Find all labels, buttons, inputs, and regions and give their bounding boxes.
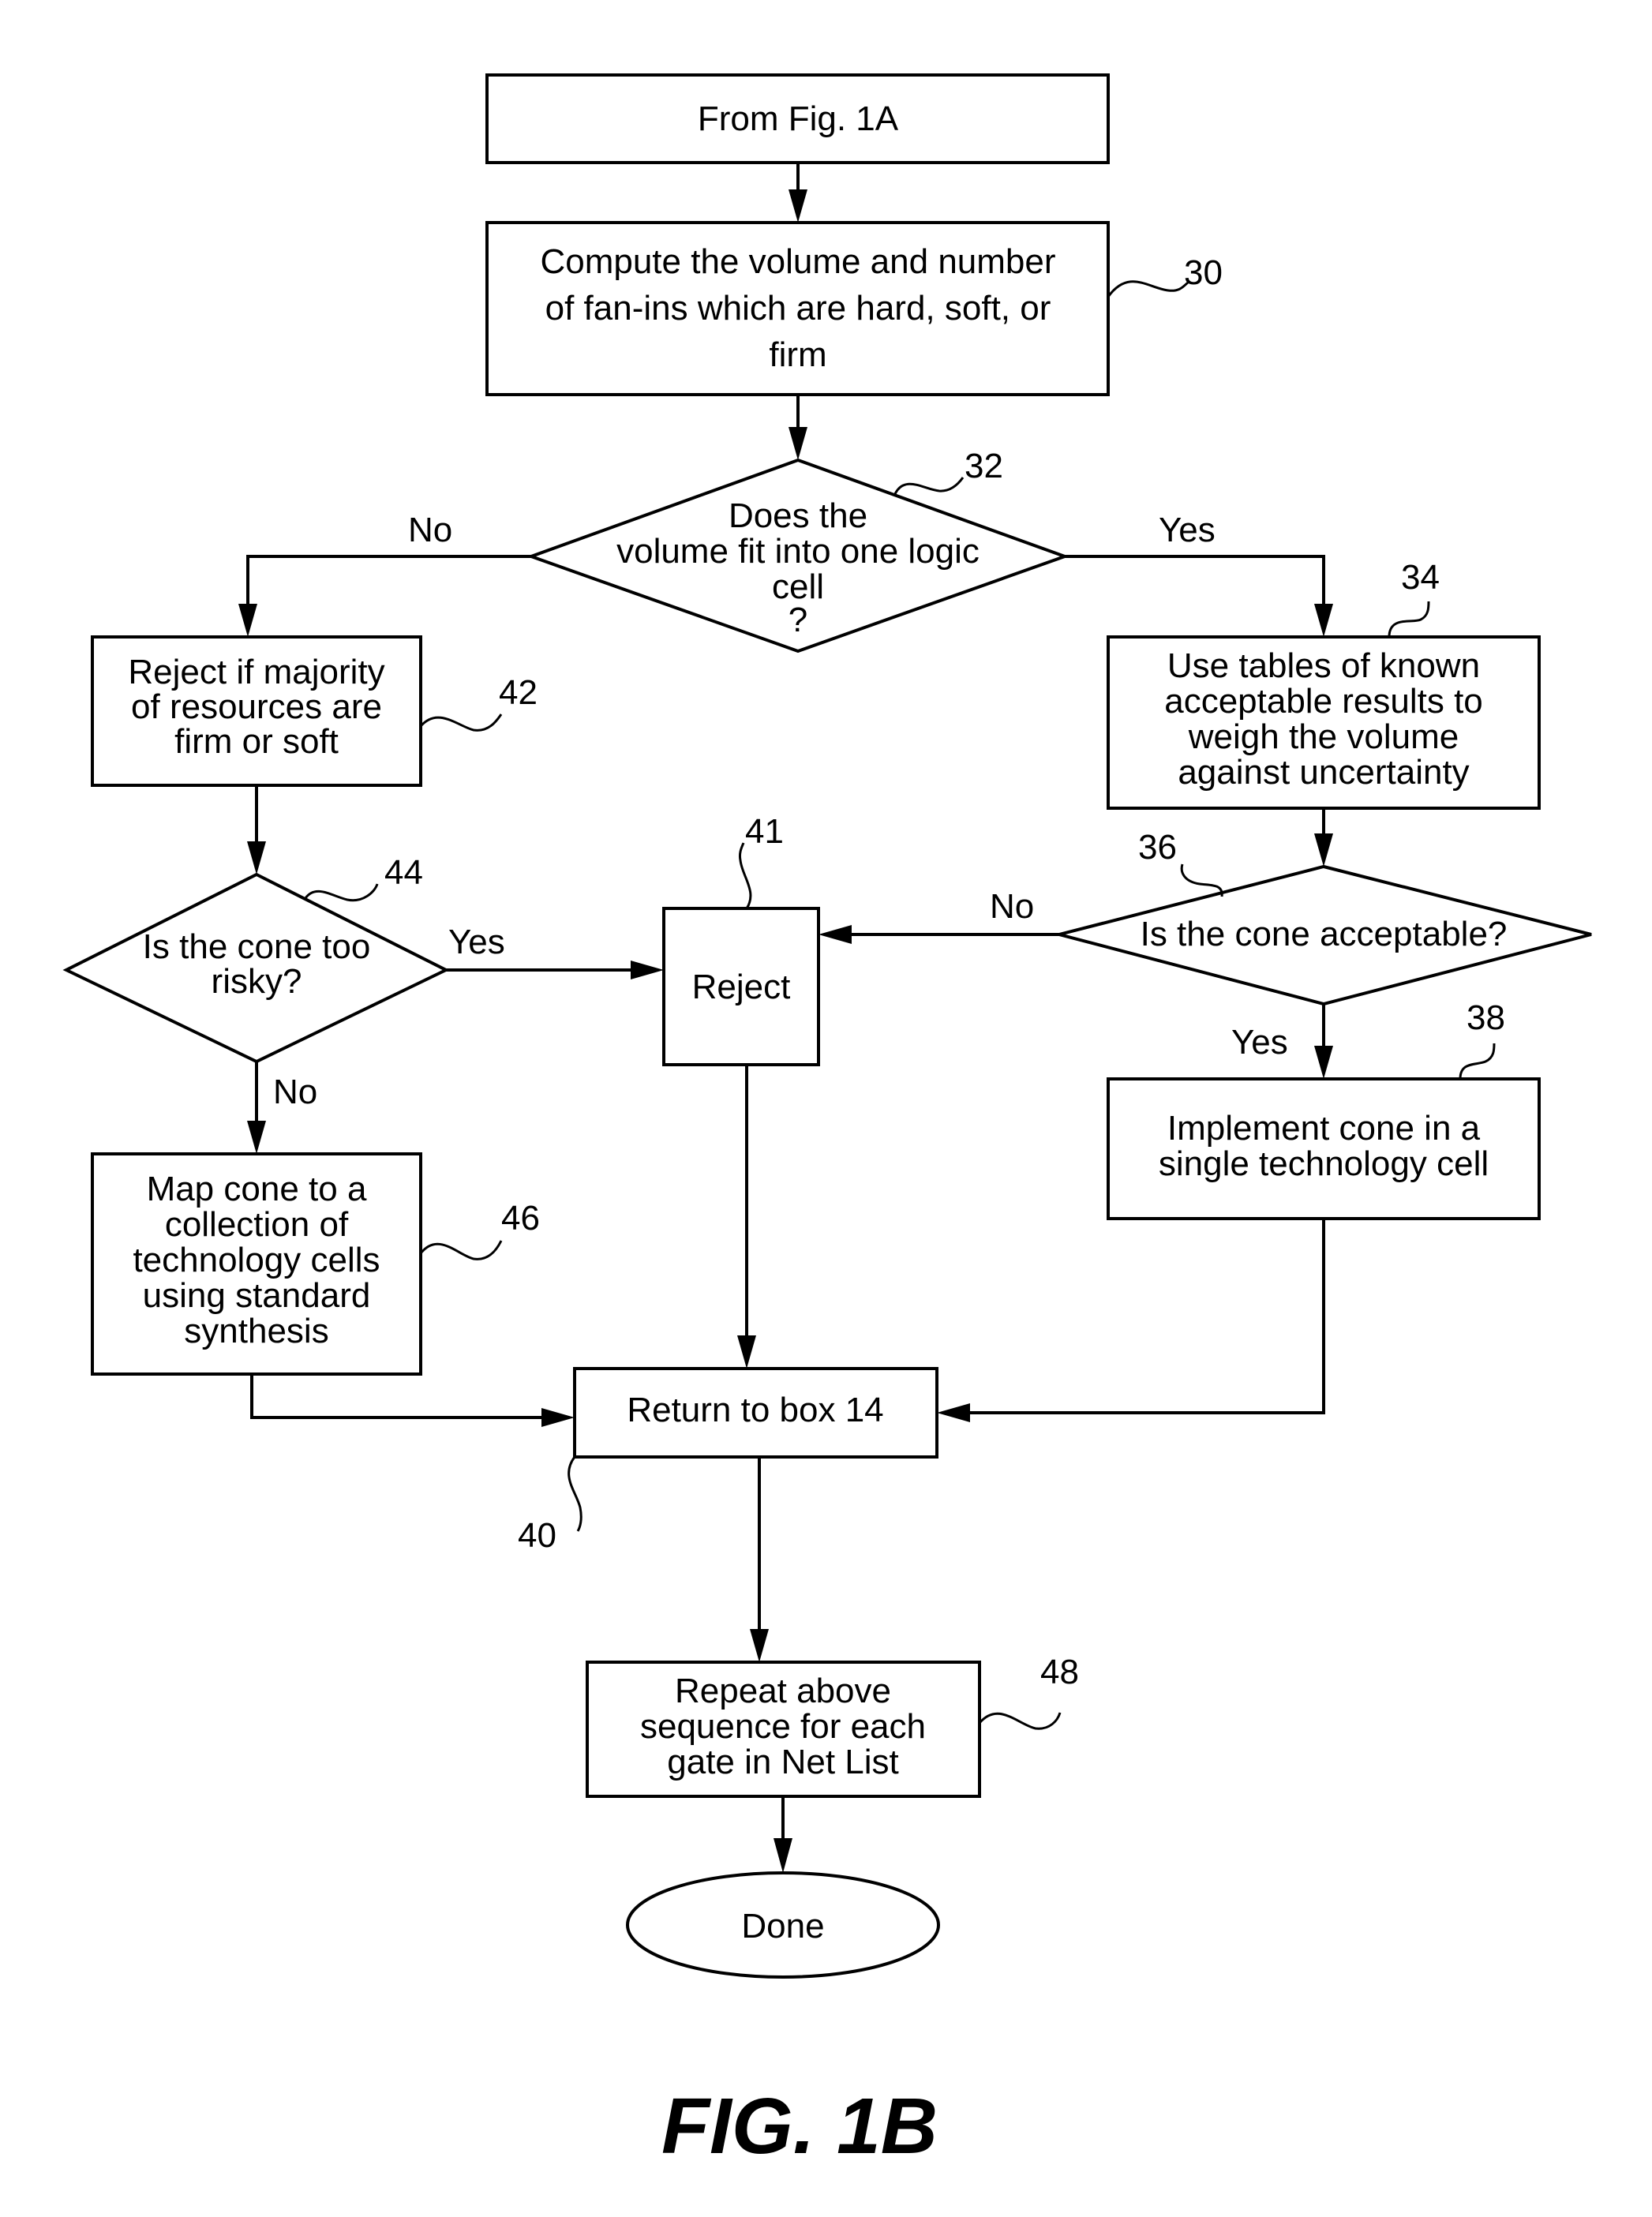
node-44-decision-too-risky: Is the cone too risky?	[62, 872, 450, 1064]
node-done-terminator: Done	[626, 1871, 940, 1979]
arrowhead-icon	[247, 841, 266, 874]
arrowhead-icon	[774, 1838, 792, 1873]
node-32-decision-fit-one-cell: Does the volume fit into one logic cell …	[526, 458, 1069, 653]
node-text: weigh the volume	[1188, 717, 1459, 756]
arrowhead-icon	[737, 1335, 756, 1369]
node-38-implement-single-cell: Implement cone in a single technology ce…	[1107, 1077, 1541, 1220]
edge-label-36-no: No	[990, 887, 1034, 926]
ref-numeral-30: 30	[1184, 253, 1223, 292]
node-46-map-cone: Map cone to a collection of technology c…	[91, 1152, 422, 1376]
node-text: Reject if majority	[128, 653, 384, 691]
node-text: Repeat above	[675, 1672, 891, 1710]
ref-numeral-32: 32	[965, 447, 1003, 485]
arrowhead-icon	[541, 1408, 575, 1427]
arrowhead-icon	[631, 961, 664, 979]
ref-numeral-48: 48	[1040, 1653, 1079, 1691]
leader-line-40	[568, 1456, 583, 1532]
node-text: Map cone to a	[147, 1170, 367, 1208]
node-text: synthesis	[184, 1312, 328, 1350]
arrowhead-icon	[789, 189, 807, 223]
edge-32-yes-to-34	[1065, 555, 1325, 605]
edge-label-44-yes: Yes	[448, 923, 505, 961]
ref-numeral-41: 41	[745, 812, 784, 851]
arrowhead-icon	[750, 1629, 769, 1662]
node-from-fig-1a: From Fig. 1A	[485, 73, 1110, 164]
edge-46-to-40	[250, 1374, 543, 1419]
node-text: firm	[769, 335, 826, 374]
node-text: risky?	[212, 962, 302, 1001]
leader-line-38	[1459, 1043, 1496, 1080]
ref-numeral-36: 36	[1138, 828, 1177, 867]
node-text: Implement cone in a	[1167, 1109, 1481, 1148]
flowchart-canvas: No Yes Yes No No Yes From Fig. 1A Comput…	[62, 73, 1592, 2170]
node-text: Reject	[692, 968, 791, 1006]
arrowhead-icon	[1314, 604, 1333, 637]
ref-numeral-40: 40	[518, 1516, 556, 1555]
leader-line-48	[978, 1712, 1062, 1730]
leader-line-46	[419, 1240, 503, 1260]
node-text: acceptable results to	[1164, 682, 1483, 721]
node-text: collection of	[165, 1205, 349, 1244]
figure-caption: FIG. 1B	[661, 2082, 938, 2170]
node-text: sequence for each	[640, 1707, 926, 1746]
leader-line-30	[1107, 280, 1189, 298]
arrowhead-icon	[1314, 833, 1333, 867]
ref-numeral-44: 44	[384, 853, 423, 892]
arrowhead-icon	[789, 427, 807, 460]
node-text: Does the	[729, 496, 867, 535]
leader-line-42	[419, 713, 503, 732]
node-text: Is the cone acceptable?	[1141, 915, 1508, 953]
ref-numeral-46: 46	[501, 1199, 540, 1238]
leader-line-44	[304, 883, 379, 902]
node-41-reject: Reject	[662, 907, 820, 1066]
node-text: Return to box 14	[627, 1391, 883, 1429]
node-text: firm or soft	[174, 722, 339, 761]
edge-label-36-yes: Yes	[1231, 1023, 1288, 1062]
node-text: using standard	[143, 1276, 371, 1315]
node-30-compute-volume: Compute the volume and number of fan-ins…	[485, 221, 1110, 396]
node-text: single technology cell	[1159, 1144, 1489, 1183]
node-text: Done	[741, 1907, 824, 1945]
node-48-repeat-sequence: Repeat above sequence for each gate in N…	[586, 1661, 981, 1798]
edge-label-32-no: No	[408, 511, 452, 549]
node-text: of resources are	[131, 687, 382, 726]
node-42-reject-majority: Reject if majority of resources are firm…	[91, 635, 422, 787]
node-text: Compute the volume and number	[540, 242, 1055, 281]
node-text: gate in Net List	[667, 1743, 899, 1781]
node-text: ?	[789, 601, 807, 639]
leader-line-34	[1388, 601, 1430, 638]
leader-line-41	[739, 842, 752, 909]
arrowhead-icon	[1314, 1046, 1333, 1079]
node-40-return-to-box-14: Return to box 14	[573, 1367, 938, 1459]
node-text: Is the cone too	[143, 927, 371, 966]
ref-numeral-42: 42	[499, 673, 538, 712]
ref-numeral-38: 38	[1467, 998, 1505, 1037]
arrowhead-icon	[247, 1121, 266, 1154]
node-36-decision-acceptable: Is the cone acceptable?	[1053, 864, 1592, 1006]
edge-38-to-40	[968, 1219, 1325, 1414]
node-text: volume fit into one logic	[616, 532, 980, 571]
node-text: From Fig. 1A	[698, 99, 899, 138]
edge-label-44-no: No	[273, 1073, 317, 1111]
leader-line-32	[893, 477, 965, 496]
leader-line-36	[1180, 863, 1223, 897]
arrowhead-icon	[937, 1403, 970, 1422]
node-34-use-tables: Use tables of known acceptable results t…	[1107, 635, 1541, 810]
edge-32-no-to-42	[246, 555, 531, 605]
node-text: against uncertainty	[1178, 753, 1469, 792]
arrowhead-icon	[238, 604, 257, 637]
edge-label-32-yes: Yes	[1159, 511, 1216, 549]
node-text: Use tables of known	[1167, 646, 1480, 685]
ref-numeral-34: 34	[1401, 558, 1440, 597]
arrowhead-icon	[819, 925, 852, 944]
node-text: of fan-ins which are hard, soft, or	[545, 289, 1051, 328]
node-text: technology cells	[133, 1241, 380, 1279]
